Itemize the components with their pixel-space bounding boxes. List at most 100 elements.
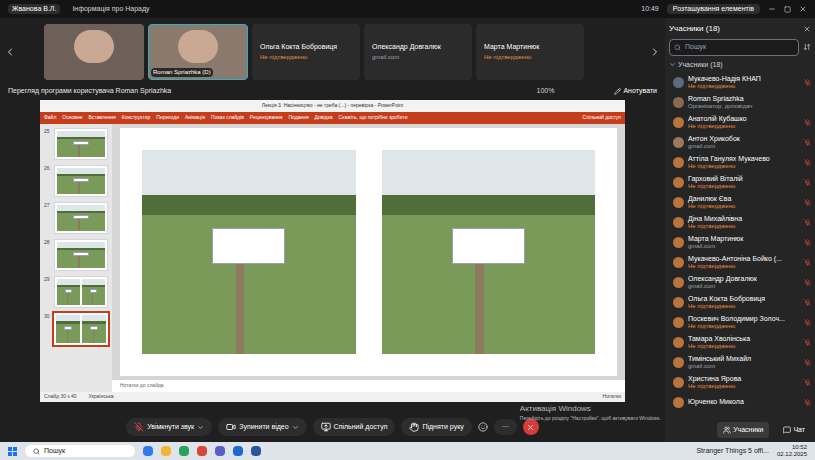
slide-thumbnail[interactable]: 26 — [44, 165, 108, 197]
clock[interactable]: 10:5202.12.2025 — [777, 444, 807, 457]
photo — [142, 150, 356, 354]
participant-row[interactable]: Гарховий ВіталійНе підтверджено — [669, 172, 811, 192]
ribbon-tab[interactable]: Довідка — [315, 114, 333, 122]
participant-row[interactable]: Олександр Довгалюкgmail.com — [669, 272, 811, 292]
more-button[interactable]: ··· — [494, 419, 517, 436]
ribbon-tab[interactable]: Подання — [288, 114, 308, 122]
ribbon-tab[interactable]: Основне — [62, 114, 82, 122]
next-icon[interactable] — [649, 46, 661, 58]
avatar-icon — [673, 117, 684, 128]
ribbon-tab[interactable]: Файл — [44, 114, 56, 122]
control-button[interactable]: Зупинити відео — [218, 418, 306, 437]
photo — [56, 315, 80, 343]
name-tile[interactable]: Ольга Кокта БобровицяНе підтверджено — [252, 24, 360, 80]
slide-thumbnail[interactable]: 29 — [44, 276, 108, 308]
presenter-tab[interactable]: Жванова В.Л. — [8, 4, 60, 15]
side-button[interactable]: Учасники — [717, 422, 769, 439]
video-label: Roman Spriazhka (D) — [151, 68, 213, 77]
participant-row[interactable]: Мукачево-Антоніна Бойко (...Не підтвердж… — [669, 252, 811, 272]
taskbar-app-icon[interactable] — [179, 446, 189, 456]
control-button[interactable]: Спільний доступ — [313, 418, 396, 437]
participant-row[interactable]: Данилюк ЄваНе підтверджено — [669, 192, 811, 212]
ribbon-tab[interactable]: Показ слайдів — [211, 114, 244, 122]
participant-row[interactable]: Марта Мартинюкgmail.com — [669, 232, 811, 252]
slide-thumbnail[interactable]: 28 — [44, 239, 108, 271]
participant-row[interactable]: Христина ЯроваНе підтверджено — [669, 372, 811, 392]
avatar-icon — [673, 77, 684, 88]
search-field[interactable]: Пошук — [669, 39, 799, 56]
start-icon[interactable] — [8, 447, 17, 456]
participant-row[interactable]: Roman SpriazhkaОрганізатор, доповідач — [669, 92, 811, 112]
windows-watermark: Активація WindowsПерейдіть до розділу "Н… — [520, 403, 661, 423]
participant-row[interactable]: Тамара ХволінськаНе підтверджено — [669, 332, 811, 352]
leave-button[interactable] — [523, 419, 539, 435]
participant-row[interactable]: Поскевич Володимир Золоч...Не підтвердже… — [669, 312, 811, 332]
slide[interactable] — [120, 128, 617, 376]
avatar-icon — [673, 217, 684, 228]
mic-off-icon — [804, 279, 811, 286]
mic-off-icon — [804, 179, 811, 186]
participant-row[interactable]: Тимінський Михайлgmail.com — [669, 352, 811, 372]
side-button[interactable]: Чат — [777, 422, 811, 439]
participant-row[interactable]: Діна МихайлівнаНе підтверджено — [669, 212, 811, 232]
video-tile[interactable]: Roman Spriazhka (D) — [148, 24, 248, 80]
minimize-icon[interactable] — [768, 5, 776, 13]
name-tile[interactable]: Олександр Довгалюкgmail.com — [364, 24, 472, 80]
hand-icon — [409, 422, 419, 432]
participant-row[interactable]: Аттіла Ганулях МукачевоНе підтверджено — [669, 152, 811, 172]
dropdown-icon — [292, 424, 299, 431]
annotate-button[interactable]: Анотувати — [614, 86, 657, 97]
meeting-time: 10:49 — [641, 4, 659, 15]
ribbon-tab[interactable]: Скажіть, що потрібно зробити — [339, 114, 408, 122]
maximize-icon[interactable] — [784, 6, 791, 13]
thumbnail-panel: 25 26 27 28 29 30 — [40, 124, 112, 392]
taskbar-app-icon[interactable] — [233, 446, 243, 456]
participant-row[interactable]: Антон Хрикобокgmail.com — [669, 132, 811, 152]
mic-off-icon — [804, 199, 811, 206]
pencil-icon — [614, 88, 621, 95]
participant-row[interactable]: Ольга Кокта БобровицяНе підтверджено — [669, 292, 811, 312]
taskbar-app-icon[interactable] — [143, 446, 153, 456]
ribbon-tab[interactable]: Рецензування — [250, 114, 283, 122]
ribbon-tab[interactable]: Анімація — [185, 114, 205, 122]
reaction-icon[interactable] — [478, 422, 488, 432]
slide-thumbnail[interactable]: 25 — [44, 128, 108, 160]
group-header[interactable]: Учасники (18) — [669, 60, 811, 71]
info-tab[interactable]: Інформація про Нараду — [68, 4, 153, 15]
prev-icon[interactable] — [4, 46, 16, 58]
photo — [57, 131, 105, 157]
video-tile[interactable] — [44, 24, 144, 80]
taskbar-media[interactable]: Stranger Things 5 offi... — [696, 446, 769, 457]
close-panel-icon[interactable] — [803, 25, 811, 33]
slide-thumbnail[interactable]: 27 — [44, 202, 108, 234]
taskbar-app-icon[interactable] — [161, 446, 171, 456]
close-icon[interactable] — [799, 5, 807, 13]
control-button[interactable]: Увімкнути звук — [126, 418, 212, 437]
slide-thumbnail[interactable]: 30 — [44, 313, 108, 345]
control-button[interactable]: Підняти руку — [401, 418, 471, 437]
taskbar-app-icon[interactable] — [251, 446, 261, 456]
mic-off-icon — [804, 259, 811, 266]
taskbar-app-icon[interactable] — [197, 446, 207, 456]
sort-icon[interactable] — [803, 43, 811, 51]
photo — [57, 242, 105, 268]
ppt-share[interactable]: Спільний доступ — [583, 114, 621, 122]
avatar-icon — [673, 277, 684, 288]
slide-notes[interactable]: Нотатки до слайда — [112, 380, 625, 392]
ribbon-tab[interactable]: Переходи — [156, 114, 179, 122]
screen: Жванова В.Л. Інформація про Нараду 10:49 Ро… — [0, 0, 815, 460]
participant-row[interactable]: Юрченко Микола — [669, 392, 811, 412]
ppt-ribbon: Файл Основне Вставлення Конструктор Переходи… — [40, 112, 625, 124]
taskbar-search[interactable]: Пошук — [25, 445, 135, 458]
taskbar-app-icon[interactable] — [215, 446, 225, 456]
photo — [57, 279, 80, 305]
participant-row[interactable]: Мукачево-Надія КНАПНе підтверджено — [669, 72, 811, 92]
ribbon-tab[interactable]: Конструктор — [122, 114, 151, 122]
mic-off-icon — [804, 219, 811, 226]
zoom-level[interactable]: 100% — [537, 86, 555, 97]
name-tile[interactable]: Марта МартинюкНе підтверджено — [476, 24, 584, 80]
ribbon-tab[interactable]: Вставлення — [88, 114, 115, 122]
taskbar: Пошук Stranger Things 5 offi... 10:5202.12… — [0, 442, 815, 460]
layout-button[interactable]: Розташування елементів — [667, 4, 760, 15]
participant-row[interactable]: Анатолій КубашкоНе підтверджено — [669, 112, 811, 132]
